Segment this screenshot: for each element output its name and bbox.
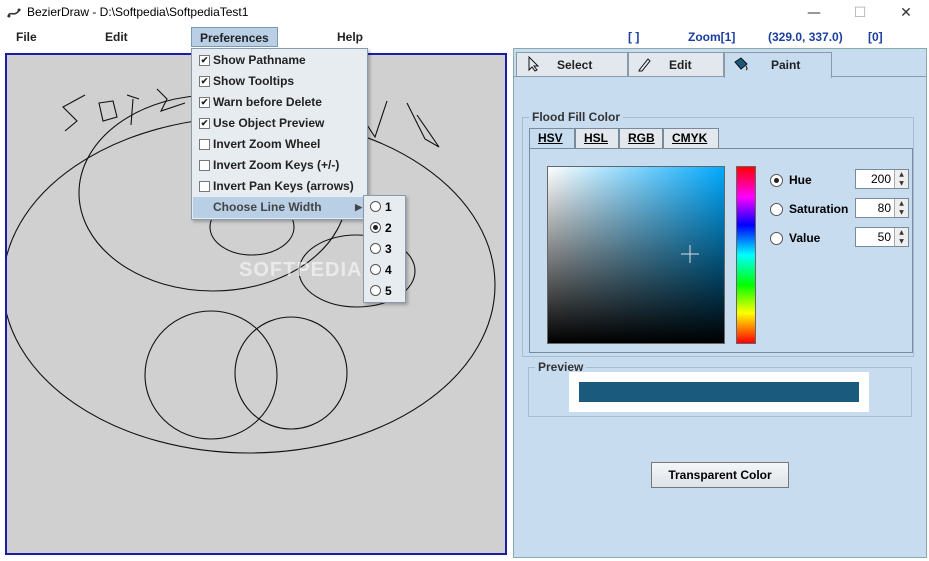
checkbox-icon[interactable]: ✔ (199, 76, 210, 87)
line-width-option[interactable]: 2 (365, 218, 405, 239)
spinner-arrows-icon[interactable]: ▲ ▼ (894, 170, 908, 188)
value-spinner[interactable]: 50 ▲ ▼ (855, 227, 909, 247)
value-radio[interactable] (770, 232, 783, 245)
radio-icon[interactable] (370, 264, 381, 275)
checkbox-icon[interactable] (199, 181, 210, 192)
saturation-spinner[interactable]: 80 ▲ ▼ (855, 198, 909, 218)
coords-status: (329.0, 337.0) (768, 30, 843, 44)
flood-fill-title: Flood Fill Color (529, 110, 623, 124)
tool-panel: Select Edit Paint Flood Fill Color HSV H… (513, 48, 927, 558)
app-icon (7, 8, 21, 18)
tab-edit[interactable]: Edit (628, 52, 724, 76)
menu-bar: File Edit Preferences Help [ ] Zoom[1] (… (0, 26, 929, 48)
shape-ellipse[interactable] (144, 310, 278, 440)
shape-ellipse[interactable] (234, 316, 348, 430)
shape-freehand[interactable] (366, 100, 440, 148)
checkbox-icon[interactable]: ✔ (199, 55, 210, 66)
preview-swatch (569, 372, 869, 412)
tab-hsl[interactable]: HSL (575, 128, 619, 148)
select-arrow-icon (528, 56, 540, 72)
line-width-submenu: 1 2 3 4 5 (363, 195, 406, 303)
menu-item-show-tooltips[interactable]: ✔ Show Tooltips (193, 71, 368, 92)
hue-radio[interactable] (770, 174, 783, 187)
line-width-option[interactable]: 5 (365, 281, 405, 302)
checkbox-icon[interactable] (199, 139, 210, 150)
line-width-option[interactable]: 4 (365, 260, 405, 281)
minimize-button[interactable]: — (791, 0, 837, 26)
watermark: SOFTPEDIA (239, 259, 363, 281)
checkbox-icon[interactable] (199, 160, 210, 171)
hue-spinner[interactable]: 200 ▲ ▼ (855, 169, 909, 189)
menu-item-use-object-preview[interactable]: ✔ Use Object Preview (193, 113, 368, 134)
paint-bucket-icon (734, 57, 748, 71)
checkbox-icon[interactable]: ✔ (199, 97, 210, 108)
selection-status: [ ] (628, 30, 640, 44)
menu-item-warn-before-delete[interactable]: ✔ Warn before Delete (193, 92, 368, 113)
hue-slider[interactable] (736, 166, 756, 344)
tab-cmyk[interactable]: CMYK (663, 128, 719, 148)
tab-hsv[interactable]: HSV (529, 128, 575, 148)
shape-freehand[interactable] (62, 88, 186, 132)
menu-item-show-pathname[interactable]: ✔ Show Pathname (193, 50, 368, 71)
tab-select[interactable]: Select (516, 52, 628, 76)
zoom-status: Zoom[1] (688, 30, 736, 44)
menu-file[interactable]: File (16, 27, 37, 47)
menu-item-invert-pan-keys[interactable]: Invert Pan Keys (arrows) (193, 176, 368, 197)
radio-icon[interactable] (370, 285, 381, 296)
menu-item-invert-zoom-keys[interactable]: Invert Zoom Keys (+/-) (193, 155, 368, 176)
flood-fill-group: Flood Fill Color HSV HSL RGB CMYK Hue 20… (522, 110, 914, 357)
pencil-icon (638, 58, 651, 72)
radio-icon[interactable] (370, 243, 381, 254)
tab-rgb[interactable]: RGB (619, 128, 663, 148)
transparent-color-button[interactable]: Transparent Color (651, 462, 789, 488)
tab-paint[interactable]: Paint (724, 52, 832, 78)
menu-item-choose-line-width[interactable]: Choose Line Width ▶ (193, 197, 368, 218)
window-title: BezierDraw - D:\Softpedia\SoftpediaTest1 (27, 5, 249, 19)
radio-icon[interactable] (370, 222, 381, 233)
preview-color-bar (579, 382, 859, 402)
checkbox-icon[interactable]: ✔ (199, 118, 210, 129)
preferences-dropdown: ✔ Show Pathname ✔ Show Tooltips ✔ Warn b… (191, 48, 368, 220)
menu-edit[interactable]: Edit (105, 27, 128, 47)
tab-divider (832, 76, 926, 77)
maximize-button[interactable]: ☐ (837, 0, 883, 26)
tab-divider (514, 76, 724, 77)
spinner-arrows-icon[interactable]: ▲ ▼ (894, 228, 908, 246)
close-button[interactable]: ✕ (883, 0, 929, 26)
submenu-arrow-icon: ▶ (355, 202, 362, 212)
saturation-radio[interactable] (770, 203, 783, 216)
menu-item-invert-zoom-wheel[interactable]: Invert Zoom Wheel (193, 134, 368, 155)
menu-help[interactable]: Help (337, 27, 363, 47)
saturation-value-picker[interactable] (547, 166, 725, 344)
crosshair-icon (681, 245, 699, 263)
count-status: [0] (868, 30, 883, 44)
line-width-option[interactable]: 1 (365, 197, 405, 218)
hsv-panel: Hue 200 ▲ ▼ Saturation 80 ▲ ▼ Value 50 ▲ ▼ (529, 148, 913, 353)
menu-preferences[interactable]: Preferences (191, 27, 278, 47)
title-bar: BezierDraw - D:\Softpedia\SoftpediaTest1… (0, 0, 929, 26)
spinner-arrows-icon[interactable]: ▲ ▼ (894, 199, 908, 217)
preview-group: Preview (528, 360, 912, 417)
radio-icon[interactable] (370, 201, 381, 212)
line-width-option[interactable]: 3 (365, 239, 405, 260)
